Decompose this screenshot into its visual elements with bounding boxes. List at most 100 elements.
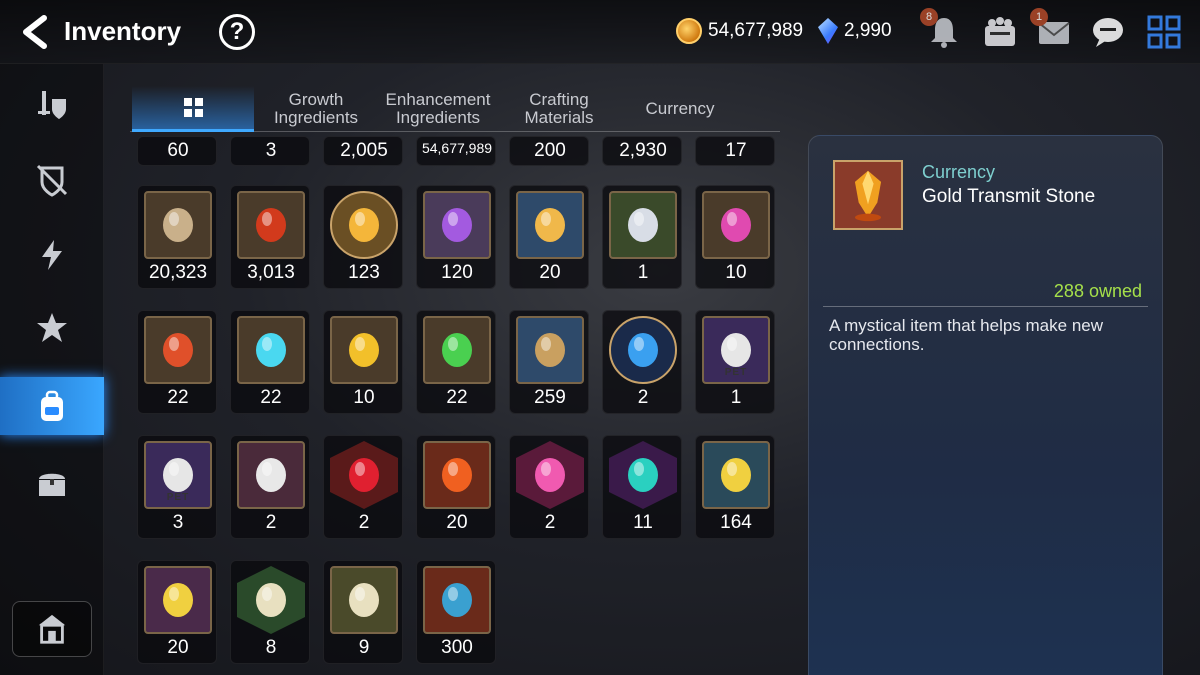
item-count: 20,323: [148, 262, 208, 283]
gold-transmit-stone-icon: [833, 160, 903, 230]
pink-potion-icon: [516, 441, 584, 509]
tab-all[interactable]: [132, 86, 254, 132]
silver-flower-icon: [609, 191, 677, 259]
item-count: 60: [167, 140, 189, 161]
item-slot[interactable]: 8: [230, 560, 310, 664]
item-slot[interactable]: 20,323: [137, 185, 217, 289]
item-slot[interactable]: 2: [230, 435, 310, 539]
white-bolt-stone-icon: [330, 566, 398, 634]
gold-green-stone-icon: [702, 441, 770, 509]
item-count: 20: [446, 512, 468, 533]
item-slot[interactable]: 1: [602, 185, 682, 289]
item-slot[interactable]: PET 1: [695, 310, 775, 414]
sidebar-item-artifact[interactable]: [0, 151, 104, 209]
guild-storage-button[interactable]: [12, 601, 92, 657]
item-count: 123: [348, 262, 380, 283]
item-slot[interactable]: 2,005: [323, 136, 403, 166]
item-slot[interactable]: 20: [137, 560, 217, 664]
item-slot[interactable]: 120: [416, 185, 496, 289]
pet-cat-icon: PET: [144, 441, 212, 509]
sidebar: [0, 64, 104, 675]
detail-item-name: Gold Transmit Stone: [922, 186, 1096, 207]
item-slot[interactable]: 54,677,989: [416, 136, 496, 166]
catalyst-icon: [37, 313, 67, 342]
sidebar-item-chest[interactable]: [0, 454, 104, 512]
item-slot[interactable]: 22: [230, 310, 310, 414]
item-slot[interactable]: 123: [323, 185, 403, 289]
item-slot[interactable]: 9: [323, 560, 403, 664]
feather-branch-icon: [516, 316, 584, 384]
item-slot[interactable]: 22: [137, 310, 217, 414]
item-count: 2: [265, 512, 277, 533]
back-button[interactable]: [18, 14, 52, 50]
item-slot[interactable]: 2: [323, 435, 403, 539]
item-slot[interactable]: 259: [509, 310, 589, 414]
item-count: 9: [358, 637, 370, 658]
guild-house-icon: [38, 614, 66, 644]
item-slot[interactable]: 10: [323, 310, 403, 414]
item-slot[interactable]: 2: [602, 310, 682, 414]
menu-button[interactable]: [1146, 14, 1182, 50]
horse-rune-icon: [144, 191, 212, 259]
gold-coin-icon: [676, 18, 702, 44]
grid-menu-icon: [1147, 15, 1181, 49]
chevron-left-icon: [23, 15, 47, 49]
pet-food-icon: PET: [702, 316, 770, 384]
red-gem-icon: [330, 441, 398, 509]
item-slot[interactable]: 10: [695, 185, 775, 289]
item-slot[interactable]: PET 3: [137, 435, 217, 539]
bolt-stone-icon: [144, 566, 212, 634]
top-bar: Inventory ? 54,677,989 2,990 8 1: [0, 0, 1200, 64]
tab-enhancement-ingredients[interactable]: Enhancement Ingredients: [382, 86, 494, 132]
tab-crafting-materials[interactable]: Crafting Materials: [510, 86, 608, 132]
item-slot[interactable]: 3: [230, 136, 310, 166]
item-count: 20: [539, 262, 561, 283]
item-slot[interactable]: 200: [509, 136, 589, 166]
item-count: 2,005: [340, 140, 388, 161]
item-count: 2,930: [619, 140, 667, 161]
item-count: 22: [446, 387, 468, 408]
red-rune-icon: [144, 316, 212, 384]
item-count: 22: [260, 387, 282, 408]
item-count: 1: [637, 262, 649, 283]
item-count: 3: [172, 512, 184, 533]
item-count: 2: [637, 387, 649, 408]
chat-button[interactable]: [1090, 14, 1126, 50]
sidebar-item-materials[interactable]: [0, 377, 104, 435]
detail-owned-count: 288 owned: [1053, 281, 1142, 301]
item-slot[interactable]: 17: [695, 136, 775, 166]
tab-growth-ingredients[interactable]: Growth Ingredients: [260, 86, 372, 132]
item-count: 54,677,989: [421, 140, 493, 156]
help-button[interactable]: ?: [219, 14, 255, 50]
item-slot[interactable]: 22: [416, 310, 496, 414]
item-count: 1: [730, 387, 742, 408]
detail-description: A mystical item that helps make new conn…: [829, 316, 1104, 354]
item-slot[interactable]: 11: [602, 435, 682, 539]
item-slot[interactable]: 2: [509, 435, 589, 539]
sidebar-item-equipment[interactable]: [0, 76, 104, 134]
item-slot[interactable]: 3,013: [230, 185, 310, 289]
item-slot[interactable]: 164: [695, 435, 775, 539]
item-slot[interactable]: 60: [137, 136, 217, 166]
sidebar-item-catalyst[interactable]: [0, 300, 104, 358]
item-detail-panel: Currency Gold Transmit Stone 288 owned A…: [808, 135, 1163, 675]
sidebar-item-skill[interactable]: [0, 226, 104, 284]
mail-button[interactable]: 1: [1030, 8, 1072, 50]
party-icon: [985, 17, 1015, 46]
gold-currency[interactable]: 54,677,989: [676, 16, 803, 46]
item-count: 3,013: [247, 262, 295, 283]
crystal-amount: 2,990: [844, 20, 892, 41]
detail-divider: [823, 306, 1148, 307]
blue-claw-icon: [423, 566, 491, 634]
item-slot[interactable]: 20: [509, 185, 589, 289]
crystal-currency[interactable]: 2,990: [818, 16, 892, 46]
party-button[interactable]: [982, 14, 1018, 50]
lightning-icon: [42, 240, 62, 270]
tab-currency[interactable]: Currency: [630, 86, 730, 132]
notification-button[interactable]: 8: [920, 8, 962, 50]
item-slot[interactable]: 2,930: [602, 136, 682, 166]
item-count: 22: [167, 387, 189, 408]
item-slot[interactable]: 20: [416, 435, 496, 539]
item-slot[interactable]: 300: [416, 560, 496, 664]
grid-icon: [183, 98, 203, 117]
